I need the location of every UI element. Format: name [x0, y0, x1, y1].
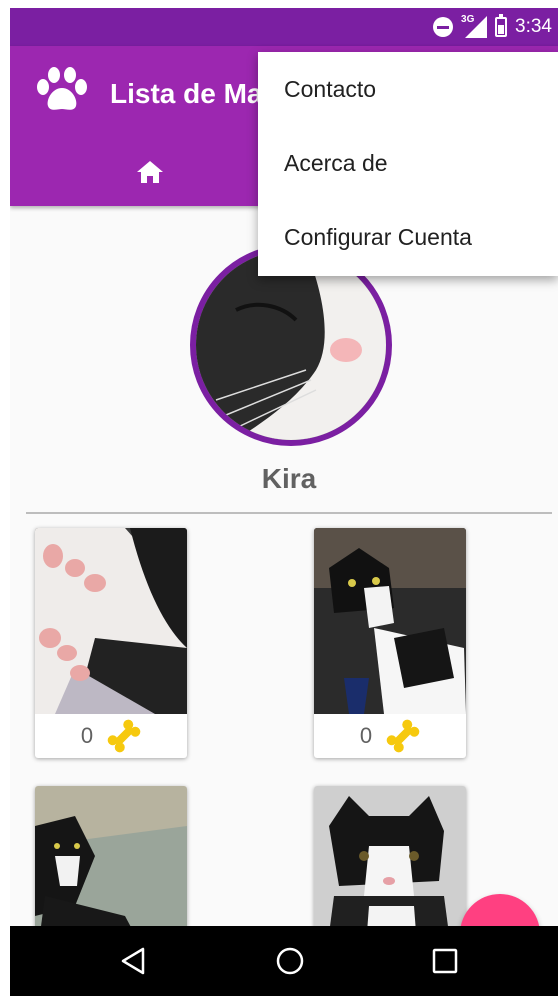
back-triangle-icon	[121, 947, 145, 975]
likes-count: 0	[359, 723, 373, 748]
overflow-menu: Contacto Acerca de Configurar Cuenta	[258, 52, 558, 276]
paw-icon	[37, 67, 87, 110]
recents-square-icon	[432, 948, 458, 974]
back-button[interactable]	[94, 926, 174, 996]
app-screen: 3G 3:34 Lista de Ma Contacto Acerca de C…	[10, 8, 558, 996]
home-tab-icon[interactable]	[137, 161, 163, 183]
home-circle-icon	[276, 947, 304, 975]
menu-item-contacto[interactable]: Contacto	[258, 52, 558, 126]
status-time: 3:34	[515, 16, 552, 37]
pet-photo	[35, 528, 187, 714]
do-not-disturb-icon	[433, 17, 454, 37]
status-bar: 3G 3:34	[10, 8, 558, 46]
recents-button[interactable]	[405, 926, 485, 996]
section-divider	[26, 512, 552, 514]
system-navigation-bar	[10, 926, 558, 996]
signal-icon: 3G	[461, 14, 488, 38]
menu-item-configurar-cuenta[interactable]: Configurar Cuenta	[258, 200, 558, 274]
likes-row: 0	[35, 714, 187, 758]
likes-row: 0	[314, 714, 466, 758]
bone-icon[interactable]	[386, 719, 420, 753]
home-button[interactable]	[250, 926, 330, 996]
photo-card[interactable]: 0	[35, 528, 187, 758]
bone-icon[interactable]	[107, 719, 141, 753]
app-title: Lista de Ma	[110, 78, 263, 109]
battery-icon	[495, 14, 508, 37]
menu-item-acerca-de[interactable]: Acerca de	[258, 126, 558, 200]
likes-count: 0	[80, 723, 94, 748]
photo-card[interactable]: 0	[314, 528, 466, 758]
pet-photo	[314, 528, 466, 714]
pet-name: Kira	[261, 463, 317, 494]
